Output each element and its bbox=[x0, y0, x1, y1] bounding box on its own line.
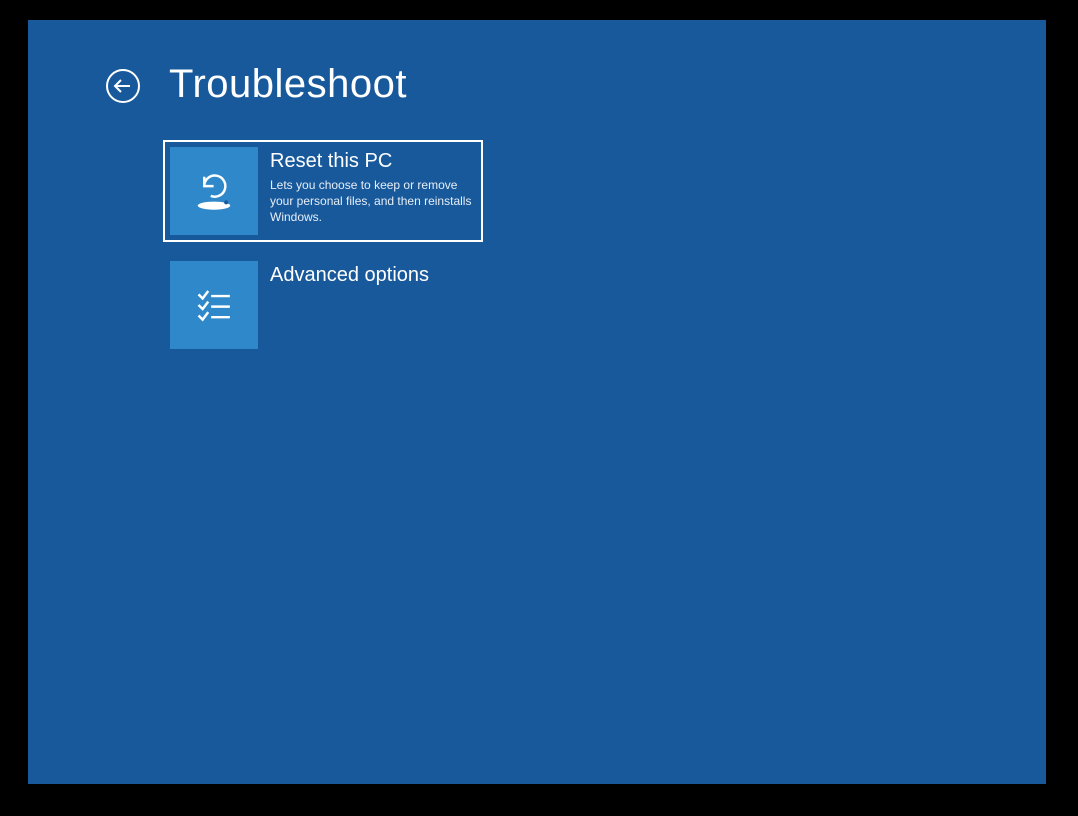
back-button[interactable] bbox=[105, 68, 141, 104]
header: Troubleshoot bbox=[105, 64, 407, 104]
reset-icon bbox=[170, 147, 258, 235]
tile-text: Advanced options bbox=[270, 261, 476, 291]
page-title: Troubleshoot bbox=[169, 64, 407, 104]
tile-title: Reset this PC bbox=[270, 149, 476, 173]
checklist-icon bbox=[170, 261, 258, 349]
tile-description: Lets you choose to keep or remove your p… bbox=[270, 177, 476, 226]
tile-title: Advanced options bbox=[270, 263, 476, 287]
tile-advanced-options[interactable]: Advanced options bbox=[163, 254, 483, 356]
options-list: Reset this PC Lets you choose to keep or… bbox=[163, 140, 483, 368]
back-arrow-icon bbox=[105, 68, 141, 104]
recovery-screen: Troubleshoot Reset this PC Lets you choo… bbox=[28, 20, 1046, 784]
tile-reset-this-pc[interactable]: Reset this PC Lets you choose to keep or… bbox=[163, 140, 483, 242]
tile-text: Reset this PC Lets you choose to keep or… bbox=[270, 147, 476, 226]
